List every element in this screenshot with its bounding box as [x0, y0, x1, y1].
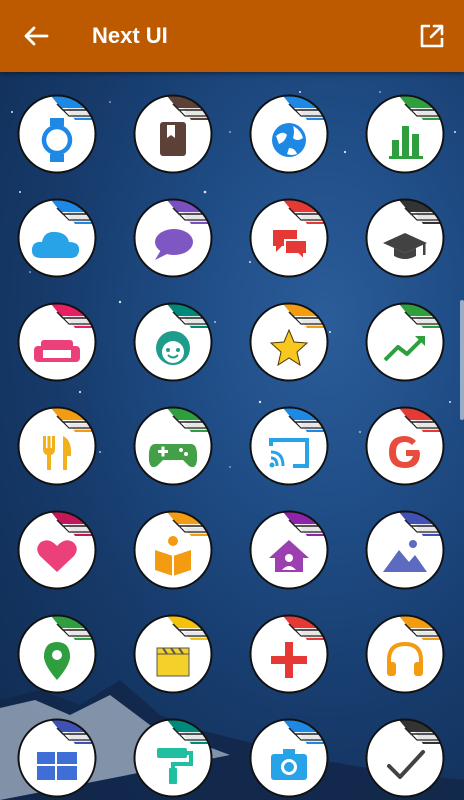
star-icon: [249, 302, 329, 382]
icon-cell[interactable]: [232, 396, 348, 500]
icon-cell[interactable]: [232, 188, 348, 292]
clapper-icon: [133, 614, 213, 694]
sofa-icon: [17, 302, 97, 382]
dashboard-icon: [17, 718, 97, 798]
icon-cell[interactable]: [0, 604, 116, 708]
icon-cell[interactable]: [348, 708, 464, 800]
heart-icon: [17, 510, 97, 590]
icon-cell[interactable]: [348, 604, 464, 708]
app-bar: Next UI: [0, 0, 464, 72]
icon-cell[interactable]: [116, 500, 232, 604]
icon-cell[interactable]: [0, 396, 116, 500]
icon-cell[interactable]: [116, 292, 232, 396]
camera-icon: [249, 718, 329, 798]
chat-icon: [249, 198, 329, 278]
icon-grid: [0, 72, 464, 800]
icon-cell[interactable]: [0, 188, 116, 292]
back-button[interactable]: [20, 21, 52, 51]
arrow-back-icon: [24, 26, 49, 46]
open-in-new-icon: [420, 24, 444, 48]
gamepad-icon: [133, 406, 213, 486]
cloud-icon: [17, 198, 97, 278]
reader-icon: [133, 510, 213, 590]
face-icon: [133, 302, 213, 382]
cast-icon: [249, 406, 329, 486]
icon-cell[interactable]: [116, 604, 232, 708]
location-pin-icon: [17, 614, 97, 694]
watch-icon: [17, 94, 97, 174]
icon-cell[interactable]: [116, 84, 232, 188]
icon-cell[interactable]: [232, 292, 348, 396]
icon-cell[interactable]: [0, 708, 116, 800]
icon-cell[interactable]: [0, 292, 116, 396]
icon-cell[interactable]: [232, 604, 348, 708]
icon-cell[interactable]: [348, 396, 464, 500]
globe-icon: [249, 94, 329, 174]
speech-bubble-icon: [133, 198, 213, 278]
scrollbar[interactable]: [460, 300, 464, 420]
check-icon: [365, 718, 445, 798]
home-icon: [249, 510, 329, 590]
icon-cell[interactable]: [0, 500, 116, 604]
icon-cell[interactable]: [348, 292, 464, 396]
icon-cell[interactable]: [232, 84, 348, 188]
book-icon: [133, 94, 213, 174]
icon-cell[interactable]: [0, 84, 116, 188]
paint-roller-icon: [133, 718, 213, 798]
icon-cell[interactable]: [116, 396, 232, 500]
icon-cell[interactable]: [348, 84, 464, 188]
plus-icon: [249, 614, 329, 694]
icon-cell[interactable]: [116, 188, 232, 292]
headphones-icon: [365, 614, 445, 694]
google-icon: [365, 406, 445, 486]
open-external-button[interactable]: [416, 21, 448, 51]
icon-cell[interactable]: [348, 188, 464, 292]
restaurant-icon: [17, 406, 97, 486]
icon-cell[interactable]: [348, 500, 464, 604]
bar-chart-icon: [365, 94, 445, 174]
graduation-cap-icon: [365, 198, 445, 278]
landscape-icon: [365, 510, 445, 590]
page-title: Next UI: [92, 23, 168, 48]
icon-cell[interactable]: [116, 708, 232, 800]
trending-up-icon: [365, 302, 445, 382]
icon-cell[interactable]: [232, 500, 348, 604]
icon-cell[interactable]: [232, 708, 348, 800]
